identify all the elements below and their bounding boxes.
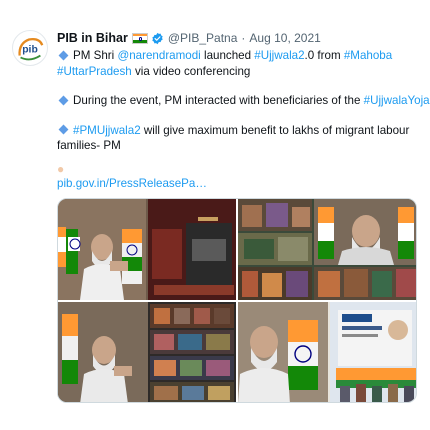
tweet-date[interactable]: Aug 10, 2021: [249, 31, 320, 45]
press-release-link[interactable]: pib.gov.in/PressReleasePa…: [57, 177, 207, 190]
blue-diamond-icon: [58, 95, 69, 106]
text-line-3: During the event, PM interacted with ben…: [57, 93, 430, 109]
pib-logo-avatar[interactable]: pib: [12, 30, 48, 66]
media-grid: [57, 198, 417, 403]
text-segment: PM Shri: [73, 49, 118, 62]
india-flag-icon: [131, 32, 148, 44]
mention-link[interactable]: @narendramodi: [117, 49, 200, 62]
pointing-finger-emoji-icon: ●: [57, 162, 65, 176]
hashtag-link[interactable]: #PMUjjwala2: [73, 124, 141, 137]
hashtag-link[interactable]: #UjjwalaYojana: [364, 94, 430, 107]
hashtag-link[interactable]: #Ujjwala2: [254, 49, 304, 62]
text-line-5: families- PM: [57, 138, 422, 154]
text-line-1: PM Shri @narendramodi launched #Ujjwala2…: [57, 48, 422, 64]
hashtag-link[interactable]: #Mahoba: [344, 49, 392, 62]
text-line-4: #PMUjjwala2 will give maximum benefit to…: [57, 123, 422, 139]
tweet-text: PM Shri @narendramodi launched #Ujjwala2…: [57, 48, 430, 154]
verified-badge-icon: [152, 32, 163, 44]
hashtag-link[interactable]: #UttarPradesh: [57, 65, 132, 78]
text-segment: families- PM: [57, 139, 121, 152]
photo-pm-with-stage-backdrop[interactable]: [238, 302, 416, 402]
blue-diamond-icon: [58, 50, 69, 61]
tweet-header: PIB in Bihar @PIB_Patna · Aug 10, 2021: [57, 30, 321, 46]
tweet-card[interactable]: pib PIB in Bihar @PIB_Patna · Aug 10, 20…: [0, 0, 430, 430]
separator-dot: ·: [241, 31, 246, 45]
text-segment: will give maximum benefit to lakhs of mi…: [140, 123, 410, 137]
author-name[interactable]: PIB in Bihar: [57, 31, 128, 45]
author-handle[interactable]: @PIB_Patna: [168, 31, 238, 45]
photo-pm-video-conference[interactable]: [58, 302, 236, 402]
svg-text:pib: pib: [22, 45, 38, 56]
text-segment: launched: [200, 49, 255, 62]
photo-pm-addressing[interactable]: [58, 199, 236, 300]
blue-diamond-icon: [58, 124, 69, 135]
photo-beneficiary-collage[interactable]: [238, 199, 416, 300]
text-line-2: #UttarPradesh via video conferencing: [57, 64, 422, 80]
text-segment: .0 from: [304, 49, 344, 62]
text-segment: During the event, PM interacted with ben…: [73, 94, 364, 107]
pib-logo-icon: pib: [18, 38, 44, 61]
text-segment: via video conferencing: [131, 64, 251, 78]
